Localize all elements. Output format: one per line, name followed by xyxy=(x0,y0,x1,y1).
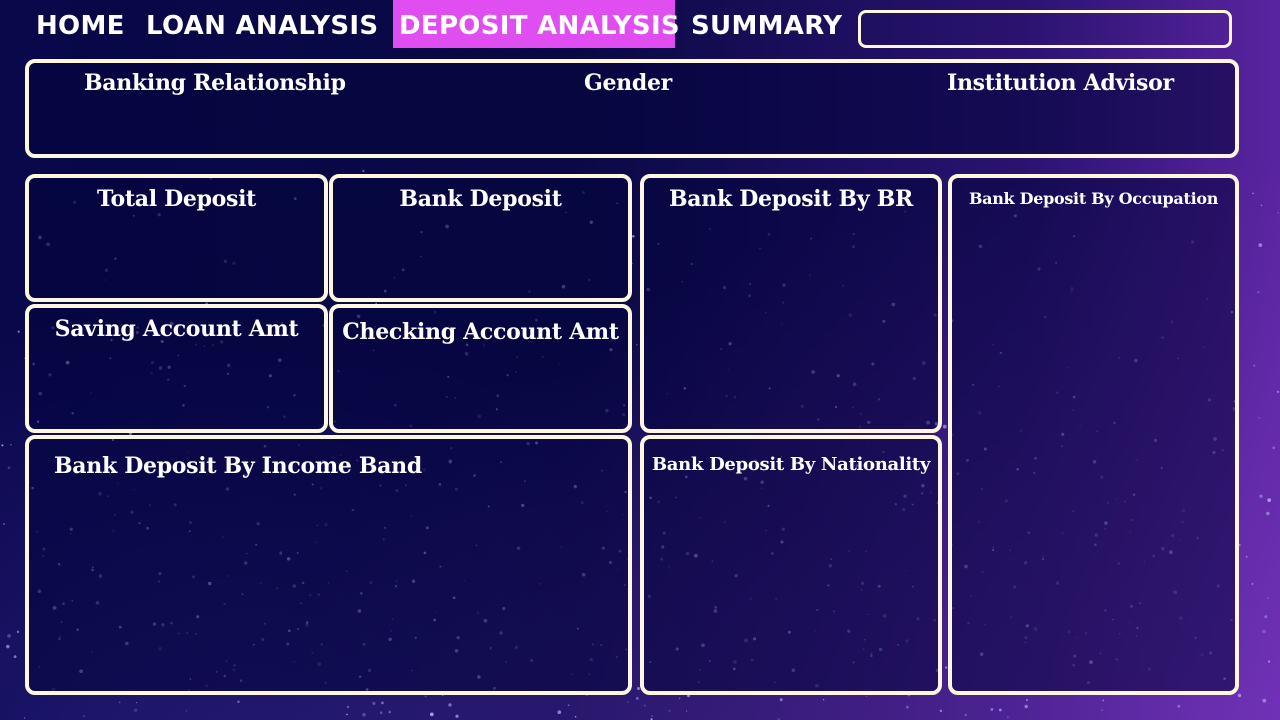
nav-loan-analysis[interactable]: LOAN ANALYSIS xyxy=(146,0,378,48)
card-title: Checking Account Amt xyxy=(342,319,619,345)
nav-home[interactable]: HOME xyxy=(36,0,125,48)
nav-summary[interactable]: SUMMARY xyxy=(691,0,842,48)
total-deposit-card: Total Deposit xyxy=(25,174,328,302)
chart-title: Bank Deposit By Income Band xyxy=(54,453,422,479)
chart-title: Bank Deposit By Nationality xyxy=(651,454,931,475)
card-title: Bank Deposit xyxy=(399,186,562,212)
nav-deposit-analysis[interactable]: DEPOSIT ANALYSIS xyxy=(393,0,680,48)
chart-title: Bank Deposit By Occupation xyxy=(968,189,1219,208)
banking-relationship-slicer[interactable]: Banking Relationship xyxy=(84,70,346,96)
gender-slicer[interactable]: Gender xyxy=(584,70,672,96)
saving-account-amt-card: Saving Account Amt xyxy=(25,304,328,433)
institution-advisor-slicer[interactable]: Institution Advisor xyxy=(947,70,1174,96)
bank-deposit-card: Bank Deposit xyxy=(329,174,632,302)
chart-title: Bank Deposit By BR xyxy=(669,186,913,212)
card-title: Saving Account Amt xyxy=(54,316,299,342)
card-title: Total Deposit xyxy=(96,186,257,212)
bank-deposit-by-nationality-chart: Bank Deposit By Nationality xyxy=(640,435,942,695)
bank-deposit-by-occupation-chart: Bank Deposit By Occupation xyxy=(948,174,1239,695)
bank-deposit-by-br-chart: Bank Deposit By BR xyxy=(640,174,942,433)
search-input[interactable] xyxy=(858,10,1232,48)
bank-deposit-by-income-band-chart: Bank Deposit By Income Band xyxy=(25,435,632,695)
checking-account-amt-card: Checking Account Amt xyxy=(329,304,632,433)
